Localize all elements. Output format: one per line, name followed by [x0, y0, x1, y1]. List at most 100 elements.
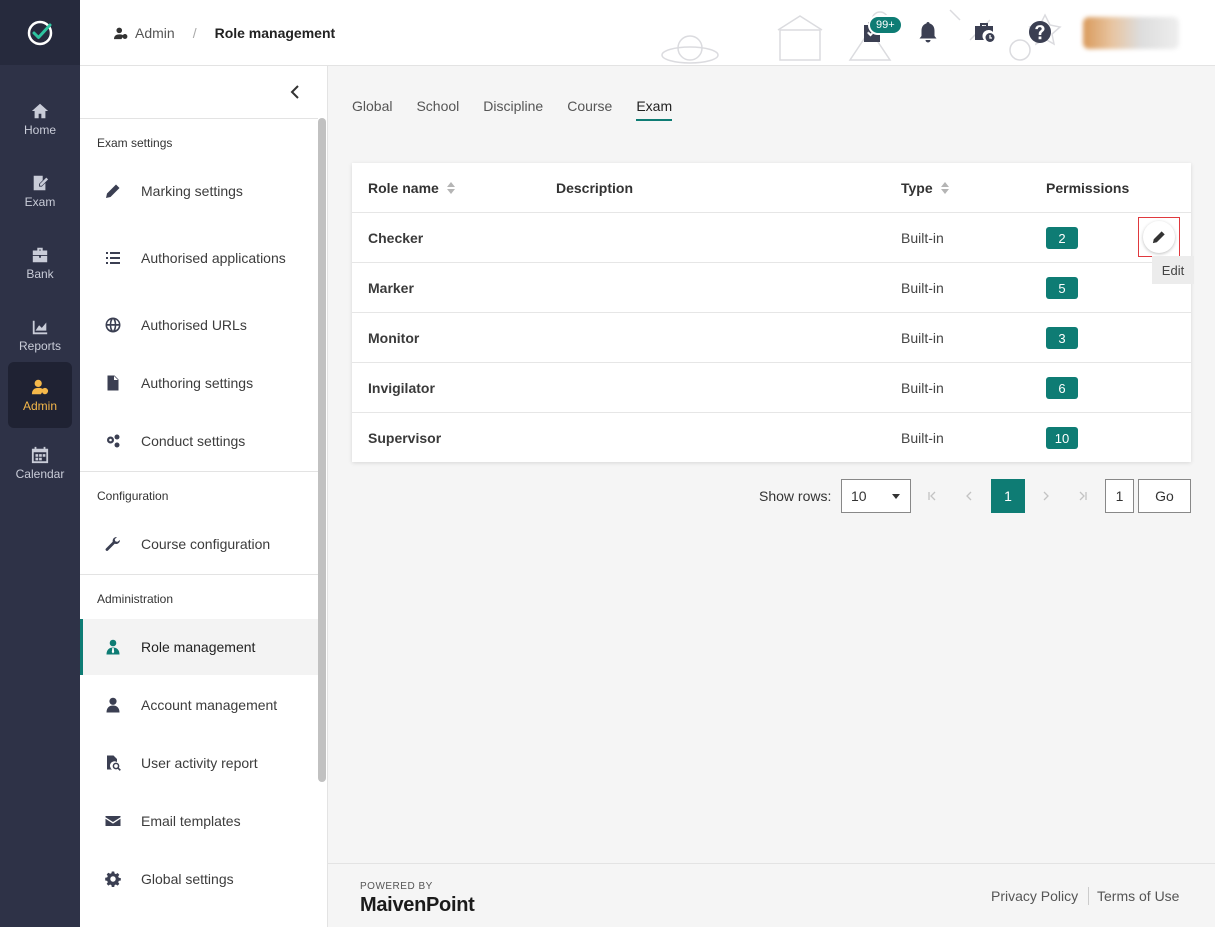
- divider: [80, 574, 318, 575]
- sidebar-item-label: Marking settings: [141, 182, 243, 199]
- tab-exam[interactable]: Exam: [636, 98, 673, 121]
- sidebar-item-label: Email templates: [141, 812, 241, 829]
- rail-item-admin[interactable]: Admin: [8, 362, 72, 428]
- tab-school[interactable]: School: [416, 98, 459, 121]
- sort-icon: [940, 182, 949, 194]
- tab-discipline[interactable]: Discipline: [483, 98, 543, 121]
- rail-item-calendar[interactable]: Calendar: [8, 430, 72, 496]
- column-header-label: Type: [901, 180, 933, 196]
- app-logo-icon: [27, 20, 53, 45]
- table-row[interactable]: Monitor Built-in 3: [352, 313, 1191, 363]
- roles-table: Role name Description Type Permissions C…: [352, 163, 1191, 462]
- sidebar-item-authorised-applications[interactable]: Authorised applications: [80, 230, 318, 286]
- permissions-cell: 2: [1046, 213, 1078, 263]
- tab-course[interactable]: Course: [567, 98, 612, 121]
- briefcase-clock-button[interactable]: [969, 17, 999, 47]
- breadcrumb-current: Role management: [214, 25, 336, 41]
- help-icon: [1029, 21, 1052, 43]
- app-rail: Home Exam Bank Reports Admin Calendar: [0, 0, 80, 927]
- sidebar-item-global-settings[interactable]: Global settings: [80, 851, 318, 907]
- breadcrumb-admin-link[interactable]: Admin: [114, 25, 175, 41]
- last-page-button[interactable]: [1072, 479, 1094, 513]
- chevron-right-icon: [1043, 491, 1049, 501]
- terms-of-use-link[interactable]: Terms of Use: [1097, 888, 1179, 904]
- sidebar-item-email-templates[interactable]: Email templates: [80, 793, 318, 849]
- column-header-label: Description: [556, 180, 634, 196]
- cogs-icon: [105, 433, 121, 449]
- divider: [80, 471, 318, 472]
- permissions-count-badge[interactable]: 10: [1046, 427, 1078, 449]
- sidebar-item-course-configuration[interactable]: Course configuration: [80, 516, 318, 572]
- sidebar-item-user-activity-report[interactable]: User activity report: [80, 735, 318, 791]
- tab-global[interactable]: Global: [352, 98, 392, 121]
- sidebar-item-marking-settings[interactable]: Marking settings: [80, 163, 318, 219]
- privacy-policy-link[interactable]: Privacy Policy: [991, 888, 1078, 904]
- user-avatar[interactable]: [1083, 17, 1179, 49]
- sort-icon: [446, 182, 455, 194]
- permissions-count-badge[interactable]: 3: [1046, 327, 1078, 349]
- rail-item-bank[interactable]: Bank: [8, 230, 72, 296]
- type-cell: Built-in: [901, 280, 944, 296]
- page-number-input[interactable]: 1: [1105, 479, 1134, 513]
- user-icon: [105, 697, 121, 713]
- table-row[interactable]: Checker Built-in 2: [352, 213, 1191, 263]
- role-name-cell: Marker: [368, 280, 414, 296]
- permissions-count-badge[interactable]: 6: [1046, 377, 1078, 399]
- rail-item-label: Bank: [26, 266, 54, 281]
- rail-item-reports[interactable]: Reports: [8, 302, 72, 368]
- permissions-count-badge[interactable]: 5: [1046, 277, 1078, 299]
- next-page-button[interactable]: [1035, 479, 1057, 513]
- caret-down-icon: [892, 494, 900, 499]
- notifications-button[interactable]: [913, 17, 943, 47]
- sidebar-item-role-management[interactable]: Role management: [80, 619, 318, 675]
- rail-item-home[interactable]: Home: [8, 86, 72, 152]
- sidebar-item-authoring-settings[interactable]: Authoring settings: [80, 355, 318, 411]
- brand-logo: MaivenPoint: [360, 894, 475, 916]
- first-page-button[interactable]: [921, 479, 943, 513]
- breadcrumb: Admin / Role management: [114, 0, 335, 66]
- go-button[interactable]: Go: [1138, 479, 1191, 513]
- table-row[interactable]: Marker Built-in 5: [352, 263, 1191, 313]
- first-page-icon: [928, 491, 936, 501]
- help-button[interactable]: [1025, 17, 1055, 47]
- permissions-cell: 5: [1046, 263, 1078, 313]
- type-cell: Built-in: [901, 230, 944, 246]
- pencil-icon: [105, 183, 121, 199]
- list-icon: [105, 250, 121, 266]
- table-row[interactable]: Invigilator Built-in 6: [352, 363, 1191, 413]
- rows-per-page-value: 10: [851, 488, 867, 504]
- permissions-count-badge[interactable]: 2: [1046, 227, 1078, 249]
- edit-tooltip: Edit: [1152, 256, 1194, 284]
- sidebar-scrollbar[interactable]: [318, 118, 326, 782]
- wrench-icon: [105, 536, 121, 552]
- app-logo[interactable]: [0, 0, 80, 65]
- edit-role-button[interactable]: [1143, 221, 1175, 253]
- sidebar-item-label: Course configuration: [141, 535, 271, 552]
- chevron-left-icon: [290, 85, 299, 99]
- bell-icon: [919, 22, 937, 43]
- column-header-type[interactable]: Type: [901, 163, 949, 213]
- show-rows-label: Show rows:: [759, 488, 832, 504]
- last-page-icon: [1079, 491, 1087, 501]
- sidebar-item-authorised-urls[interactable]: Authorised URLs: [80, 297, 318, 353]
- page-number-button[interactable]: 1: [991, 479, 1025, 513]
- table-header-row: Role name Description Type Permissions: [352, 163, 1191, 213]
- rail-item-exam[interactable]: Exam: [8, 158, 72, 224]
- briefcase-clock-icon: [975, 23, 995, 42]
- collapse-sidebar-button[interactable]: [285, 82, 305, 102]
- sidebar-item-account-management[interactable]: Account management: [80, 677, 318, 733]
- column-header-role-name[interactable]: Role name: [368, 163, 455, 213]
- rail-item-label: Reports: [18, 338, 62, 353]
- previous-page-button[interactable]: [958, 479, 980, 513]
- table-row[interactable]: Supervisor Built-in 10: [352, 413, 1191, 463]
- rail-item-label: Exam: [24, 194, 56, 209]
- type-cell: Built-in: [901, 380, 944, 396]
- role-icon: [105, 639, 121, 655]
- rows-per-page-select[interactable]: 10: [841, 479, 911, 513]
- sidebar-item-label: Authorised URLs: [141, 316, 247, 333]
- pencil-icon: [1152, 231, 1165, 244]
- rail-item-label: Admin: [22, 398, 57, 413]
- sidebar-item-conduct-settings[interactable]: Conduct settings: [80, 413, 318, 469]
- column-header-label: Permissions: [1046, 180, 1130, 196]
- permissions-cell: 6: [1046, 363, 1078, 413]
